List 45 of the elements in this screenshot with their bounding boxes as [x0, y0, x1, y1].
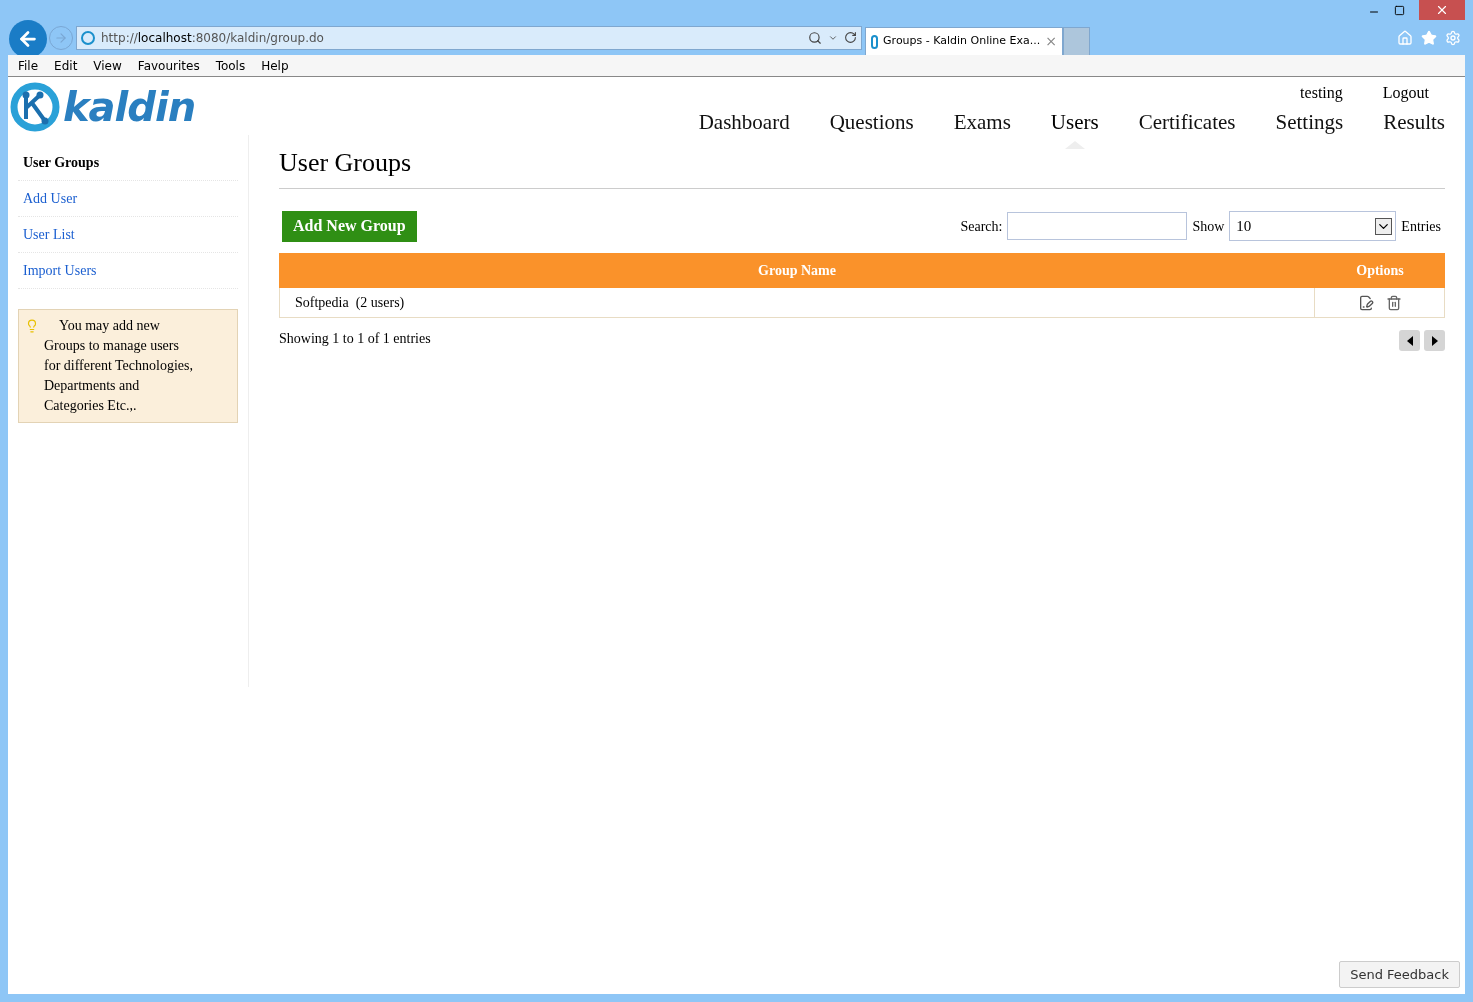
menu-item[interactable]: Edit	[54, 56, 78, 75]
show-label: Show	[1192, 217, 1225, 236]
tip-text: You may add new Groups to manage users for different Technologies, Departments and Categories Etc.,.	[44, 317, 194, 415]
next-page-button[interactable]	[1424, 330, 1445, 351]
dropdown-icon	[1375, 217, 1393, 235]
close-icon	[1435, 3, 1449, 17]
logout-link[interactable]: Logout	[1382, 81, 1429, 105]
site-icon	[871, 34, 879, 49]
maximize-icon[interactable]	[1394, 5, 1405, 16]
entries-label: Entries	[1401, 217, 1441, 236]
page-title: User Groups	[279, 143, 1445, 189]
search-icon[interactable]	[808, 30, 822, 45]
table-info-text: Showing 1 to 1 of 1 entries	[279, 330, 431, 348]
menu-item[interactable]: File	[18, 56, 39, 75]
url-text: http://localhost:8080/kaldin/group.do	[101, 29, 324, 47]
browser-tab[interactable]: Groups - Kaldin Online Exa... ×	[865, 27, 1063, 55]
site-icon	[81, 30, 95, 45]
add-group-button[interactable]: Add New Group	[282, 210, 417, 242]
menu-item[interactable]: Help	[261, 56, 289, 75]
delete-icon[interactable]	[1385, 294, 1402, 311]
menu-item[interactable]: Favourites	[137, 56, 200, 75]
username-link[interactable]: testing	[1300, 81, 1343, 105]
sidebar-link[interactable]: Import Users	[18, 253, 238, 289]
kaldin-logo: kaldin	[9, 81, 196, 133]
settings-icon[interactable]	[1445, 29, 1461, 46]
star-icon[interactable]	[1421, 29, 1437, 46]
close-button[interactable]	[1419, 0, 1465, 20]
previous-page-button[interactable]	[1399, 330, 1420, 351]
back-button[interactable]	[9, 20, 47, 58]
page-size-select[interactable]: 10	[1229, 211, 1397, 241]
edit-icon[interactable]	[1357, 294, 1374, 311]
menu-item[interactable]: View	[93, 56, 122, 75]
search-label: Search:	[960, 217, 1003, 236]
lightbulb-icon	[25, 318, 39, 334]
sidebar-link[interactable]: Add User	[18, 181, 238, 217]
search-field[interactable]	[1007, 212, 1188, 240]
table-cell: Softpedia (2 users)	[280, 288, 1315, 317]
sidebar-link[interactable]: User List	[18, 217, 238, 253]
menu-item[interactable]: Tools	[215, 56, 246, 75]
forward-arrow-icon	[54, 30, 68, 45]
sidebar-title[interactable]: User Groups	[18, 145, 238, 181]
tab-close-button[interactable]: ×	[1045, 31, 1057, 52]
address-bar[interactable]: http://localhost:8080/kaldin/group.do	[76, 25, 862, 50]
send-feedback-button[interactable]: Send Feedback	[1339, 961, 1460, 988]
refresh-icon[interactable]	[844, 31, 857, 44]
